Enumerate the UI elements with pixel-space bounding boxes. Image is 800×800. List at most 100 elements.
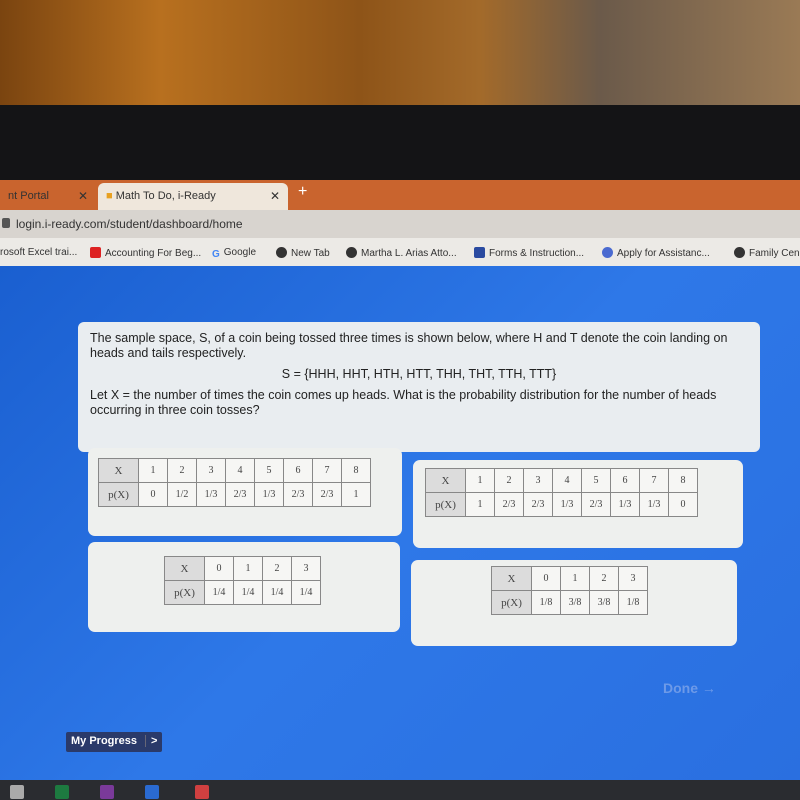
p-header: p(X) xyxy=(98,482,139,507)
globe-icon xyxy=(734,247,745,258)
google-icon: G xyxy=(212,249,220,260)
p-value: 1/3 xyxy=(552,492,582,517)
tab-label: Math To Do, i-Ready xyxy=(115,190,216,202)
p-value: 1/3 xyxy=(196,482,226,507)
p-value: 3/8 xyxy=(589,590,619,615)
lock-icon xyxy=(2,218,10,228)
p-value: 1 xyxy=(465,492,495,517)
x-value: 1 xyxy=(138,458,168,483)
p-header: p(X) xyxy=(425,492,466,517)
my-progress-button[interactable]: My Progress > xyxy=(66,732,163,752)
p-value: 0 xyxy=(138,482,168,507)
x-value: 1 xyxy=(465,468,495,493)
x-row: X0123 xyxy=(164,556,321,581)
answer-option-4[interactable]: X 0 1 2 3 p(X) 1/8 3/8 3/8 1/8 xyxy=(411,560,737,646)
p-value: 2/3 xyxy=(283,482,313,507)
x-value: 5 xyxy=(581,468,611,493)
answer-option-1[interactable]: X 1 2 3 4 5 6 7 8 p(X) 0 1/2 1/3 2/3 1/3 2/3 2/3 1 xyxy=(88,448,402,536)
x-value: 7 xyxy=(639,468,669,493)
p-value: 0 xyxy=(668,492,698,517)
globe-icon xyxy=(346,247,357,258)
p-row: p(X) 0 1/2 1/3 2/3 1/3 2/3 2/3 1 xyxy=(98,482,371,507)
x-value: 2 xyxy=(167,458,197,483)
iready-icon: ■ xyxy=(106,190,116,202)
x-row: X0123 xyxy=(491,566,648,591)
bookmark-newtab[interactable]: New Tab xyxy=(276,247,330,259)
youtube-icon xyxy=(90,247,101,258)
bookmark-accounting[interactable]: Accounting For Beg... xyxy=(90,247,201,259)
done-button[interactable]: Done → xyxy=(663,680,716,696)
bookmark-apply[interactable]: Apply for Assistanc... xyxy=(602,247,710,259)
app-icon[interactable] xyxy=(145,785,159,799)
distribution-table: X 0 1 2 3 p(X) 1/8 3/8 3/8 1/8 xyxy=(491,566,648,615)
x-value: 0 xyxy=(531,566,561,591)
p-header: p(X) xyxy=(491,590,532,615)
bookmark-label: Apply for Assistanc... xyxy=(617,248,710,259)
answer-option-2[interactable]: X 1 2 3 4 5 6 7 8 p(X) 1 2/3 2/3 1/3 2/3 1/3 1/3 0 xyxy=(413,460,743,548)
bookmark-excel[interactable]: rosoft Excel trai... xyxy=(0,247,77,258)
close-icon[interactable]: ✕ xyxy=(78,189,88,203)
x-header: X xyxy=(98,458,139,483)
p-value: 2/3 xyxy=(312,482,342,507)
bookmarks-bar: rosoft Excel trai... Accounting For Beg.… xyxy=(0,238,800,266)
x-value: 3 xyxy=(196,458,226,483)
p-value: 1/4 xyxy=(204,580,234,605)
x-value: 2 xyxy=(494,468,524,493)
chevron-right-icon: > xyxy=(145,735,158,747)
tab-iready[interactable]: ■ Math To Do, i-Ready ✕ xyxy=(98,183,288,210)
progress-label: My Progress xyxy=(71,735,138,747)
x-value: 6 xyxy=(610,468,640,493)
p-value: 1/8 xyxy=(531,590,561,615)
answer-option-3[interactable]: X 0 1 2 3 p(X) 1/4 1/4 1/4 1/4 xyxy=(88,542,400,632)
question-card: The sample space, S, of a coin being tos… xyxy=(78,322,760,452)
address-bar[interactable]: login.i-ready.com/student/dashboard/home xyxy=(0,210,800,238)
bookmark-forms[interactable]: Forms & Instruction... xyxy=(474,247,584,259)
x-value: 2 xyxy=(589,566,619,591)
p-value: 1/4 xyxy=(262,580,292,605)
p-value: 1/2 xyxy=(167,482,197,507)
x-value: 6 xyxy=(283,458,313,483)
monitor-bezel xyxy=(0,105,800,183)
excel-icon[interactable] xyxy=(55,785,69,799)
p-value: 1/3 xyxy=(639,492,669,517)
distribution-table: X 1 2 3 4 5 6 7 8 p(X) 1 2/3 2/3 1/3 2/3 1/3 1/3 0 xyxy=(425,468,698,517)
x-value: 1 xyxy=(233,556,263,581)
p-value: 2/3 xyxy=(225,482,255,507)
onenote-icon[interactable] xyxy=(100,785,114,799)
x-value: 3 xyxy=(291,556,321,581)
bookmark-google[interactable]: G Google xyxy=(212,247,256,260)
p-row: p(X) 1 2/3 2/3 1/3 2/3 1/3 1/3 0 xyxy=(425,492,698,517)
globe-icon xyxy=(276,247,287,258)
p-value: 2/3 xyxy=(523,492,553,517)
new-tab-button[interactable]: + xyxy=(298,183,307,201)
question-prompt: Let X = the number of times the coin com… xyxy=(90,388,717,417)
bookmark-label: Forms & Instruction... xyxy=(489,248,585,259)
close-icon[interactable]: ✕ xyxy=(270,189,280,203)
bookmark-martha[interactable]: Martha L. Arias Atto... xyxy=(346,247,457,259)
p-row: p(X) 1/4 1/4 1/4 1/4 xyxy=(164,580,321,605)
x-value: 8 xyxy=(341,458,371,483)
question-text: The sample space, S, of a coin being tos… xyxy=(90,331,728,360)
bookmark-label: Family Cen xyxy=(749,248,800,259)
p-header: p(X) xyxy=(164,580,205,605)
forms-icon xyxy=(474,247,485,258)
background-room xyxy=(0,0,800,112)
x-value: 4 xyxy=(225,458,255,483)
distribution-table: X 1 2 3 4 5 6 7 8 p(X) 0 1/2 1/3 2/3 1/3 2/3 2/3 1 xyxy=(98,458,371,507)
x-value: 3 xyxy=(618,566,648,591)
bookmark-family[interactable]: Family Cen xyxy=(734,247,800,259)
seal-icon xyxy=(602,247,613,258)
bookmark-label: Martha L. Arias Atto... xyxy=(361,248,457,259)
bookmark-label: Google xyxy=(223,247,257,258)
url-text: login.i-ready.com/student/dashboard/home xyxy=(16,217,243,231)
taskbar xyxy=(0,780,800,800)
x-value: 7 xyxy=(312,458,342,483)
x-value: 8 xyxy=(668,468,698,493)
app-icon[interactable] xyxy=(10,785,24,799)
p-value: 1/3 xyxy=(254,482,284,507)
p-row: p(X) 1/8 3/8 3/8 1/8 xyxy=(491,590,648,615)
p-value: 1/3 xyxy=(610,492,640,517)
tab-portal[interactable]: nt Portal ✕ xyxy=(0,183,96,210)
app-icon[interactable] xyxy=(195,785,209,799)
p-value: 2/3 xyxy=(581,492,611,517)
